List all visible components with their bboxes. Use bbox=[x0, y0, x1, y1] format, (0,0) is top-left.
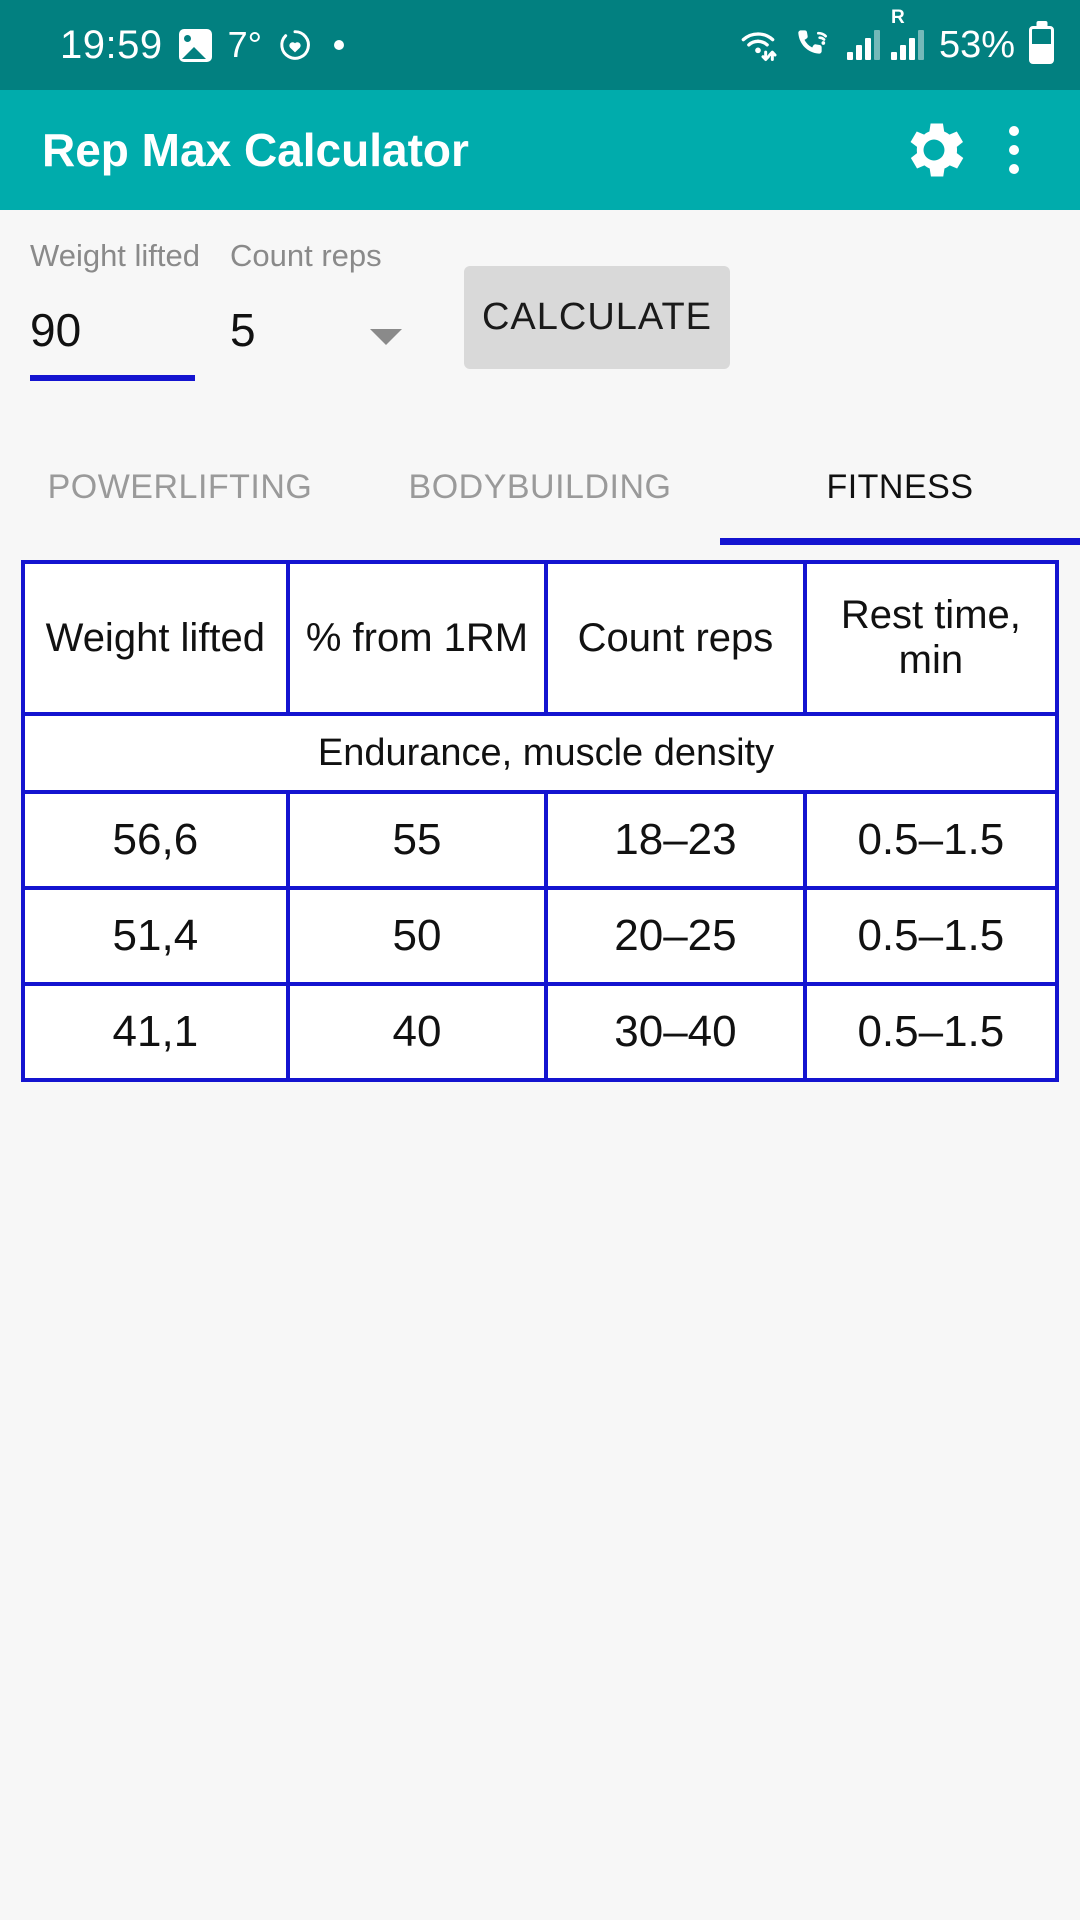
weight-input-value: 90 bbox=[30, 304, 82, 356]
cell-weight: 56,6 bbox=[21, 790, 290, 890]
status-bar: 19:59 7° R 53% bbox=[0, 0, 1080, 90]
cell-rest: 0.5–1.5 bbox=[802, 790, 1060, 890]
weight-field-label: Weight lifted bbox=[30, 238, 201, 273]
input-area: Weight lifted Count reps 90 5 CALCULATE bbox=[0, 210, 1080, 435]
results-table: Weight lifted % from 1RM Count reps Rest… bbox=[21, 560, 1060, 1082]
reps-field-label: Count reps bbox=[230, 238, 382, 273]
table-section-label: Endurance, muscle density bbox=[21, 712, 1059, 794]
status-temperature: 7° bbox=[227, 24, 263, 65]
table-header-reps: Count reps bbox=[544, 560, 807, 716]
tab-bodybuilding-label: BODYBUILDING bbox=[408, 467, 672, 506]
status-clock: 19:59 bbox=[60, 23, 163, 67]
status-bar-left: 19:59 7° bbox=[60, 23, 345, 67]
tab-powerlifting[interactable]: POWERLIFTING bbox=[0, 435, 360, 545]
tab-bodybuilding[interactable]: BODYBUILDING bbox=[360, 435, 720, 545]
call-wifi-icon bbox=[792, 23, 836, 68]
chevron-down-icon bbox=[370, 329, 402, 345]
tab-fitness[interactable]: FITNESS bbox=[720, 435, 1080, 545]
cell-percent: 50 bbox=[285, 886, 549, 986]
table-section-row: Endurance, muscle density bbox=[21, 712, 1059, 794]
page-title: Rep Max Calculator bbox=[42, 124, 469, 176]
wifi-icon bbox=[735, 23, 781, 68]
cell-reps: 18–23 bbox=[544, 790, 807, 890]
gear-icon[interactable] bbox=[886, 102, 982, 198]
health-icon bbox=[278, 28, 312, 62]
tab-bar: POWERLIFTING BODYBUILDING FITNESS bbox=[0, 435, 1080, 545]
cell-weight: 41,1 bbox=[21, 982, 290, 1082]
reps-dropdown-value: 5 bbox=[230, 304, 256, 356]
battery-percent-label: 53% bbox=[938, 24, 1015, 66]
cell-rest: 0.5–1.5 bbox=[802, 982, 1060, 1082]
signal-icon bbox=[846, 30, 880, 60]
weight-input-underline bbox=[30, 375, 195, 381]
cell-weight: 51,4 bbox=[21, 886, 290, 986]
cell-rest: 0.5–1.5 bbox=[802, 886, 1060, 986]
reps-dropdown[interactable]: 5 bbox=[230, 307, 410, 353]
battery-icon bbox=[1029, 26, 1054, 64]
roaming-signal-icon: R bbox=[890, 8, 924, 60]
table-header-rest: Rest time, min bbox=[802, 560, 1060, 716]
cell-percent: 55 bbox=[285, 790, 549, 890]
cell-percent: 40 bbox=[285, 982, 549, 1082]
photo-icon bbox=[178, 28, 212, 62]
tab-powerlifting-label: POWERLIFTING bbox=[47, 467, 313, 506]
roaming-label: R bbox=[890, 7, 905, 28]
notification-dot-icon bbox=[334, 40, 345, 50]
table-row: 41,1 40 30–40 0.5–1.5 bbox=[21, 982, 1060, 1082]
app-bar: Rep Max Calculator bbox=[0, 90, 1080, 210]
tab-fitness-label: FITNESS bbox=[826, 467, 974, 506]
cell-reps: 20–25 bbox=[544, 886, 807, 986]
table-row: 51,4 50 20–25 0.5–1.5 bbox=[21, 886, 1060, 986]
weight-input[interactable]: 90 bbox=[30, 307, 230, 381]
status-bar-right: R 53% bbox=[735, 8, 1054, 68]
overflow-menu-icon[interactable] bbox=[982, 102, 1046, 198]
table-row: 56,6 55 18–23 0.5–1.5 bbox=[21, 790, 1060, 890]
table-header-row: Weight lifted % from 1RM Count reps Rest… bbox=[21, 560, 1060, 716]
cell-reps: 30–40 bbox=[544, 982, 807, 1082]
table-header-weight: Weight lifted bbox=[21, 560, 290, 716]
results-table-container: Weight lifted % from 1RM Count reps Rest… bbox=[0, 545, 1080, 1082]
table-header-percent: % from 1RM bbox=[285, 560, 549, 716]
calculate-button[interactable]: CALCULATE bbox=[464, 266, 730, 369]
